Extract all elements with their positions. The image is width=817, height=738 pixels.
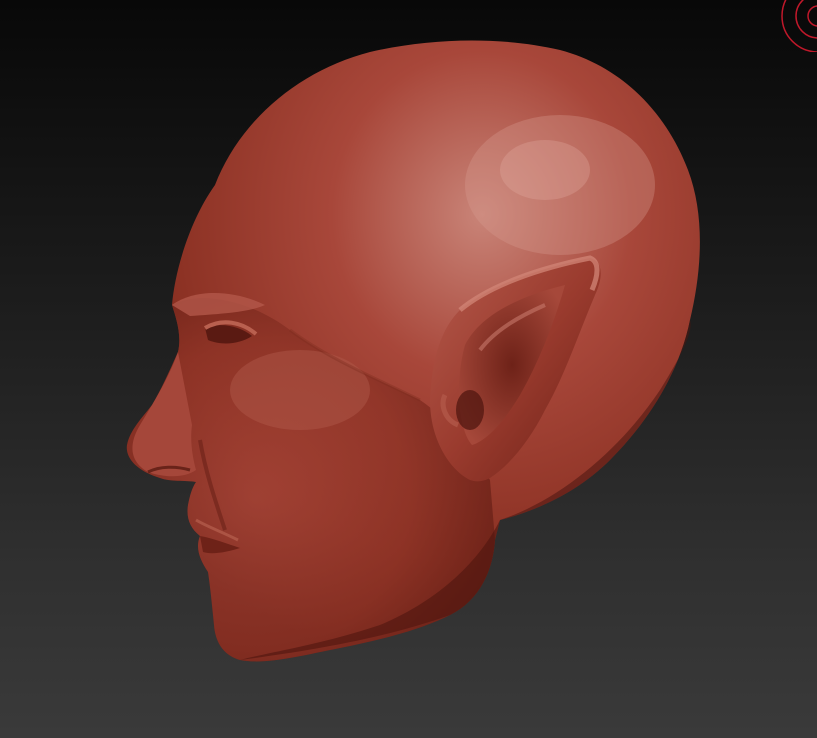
sculpt-model[interactable]	[0, 0, 817, 738]
rotation-gizmo-icon	[781, 0, 817, 52]
cheekbone	[230, 350, 370, 430]
3d-viewport[interactable]	[0, 0, 817, 738]
rotation-gizmo[interactable]	[778, 0, 817, 52]
head-mesh[interactable]	[0, 0, 817, 738]
